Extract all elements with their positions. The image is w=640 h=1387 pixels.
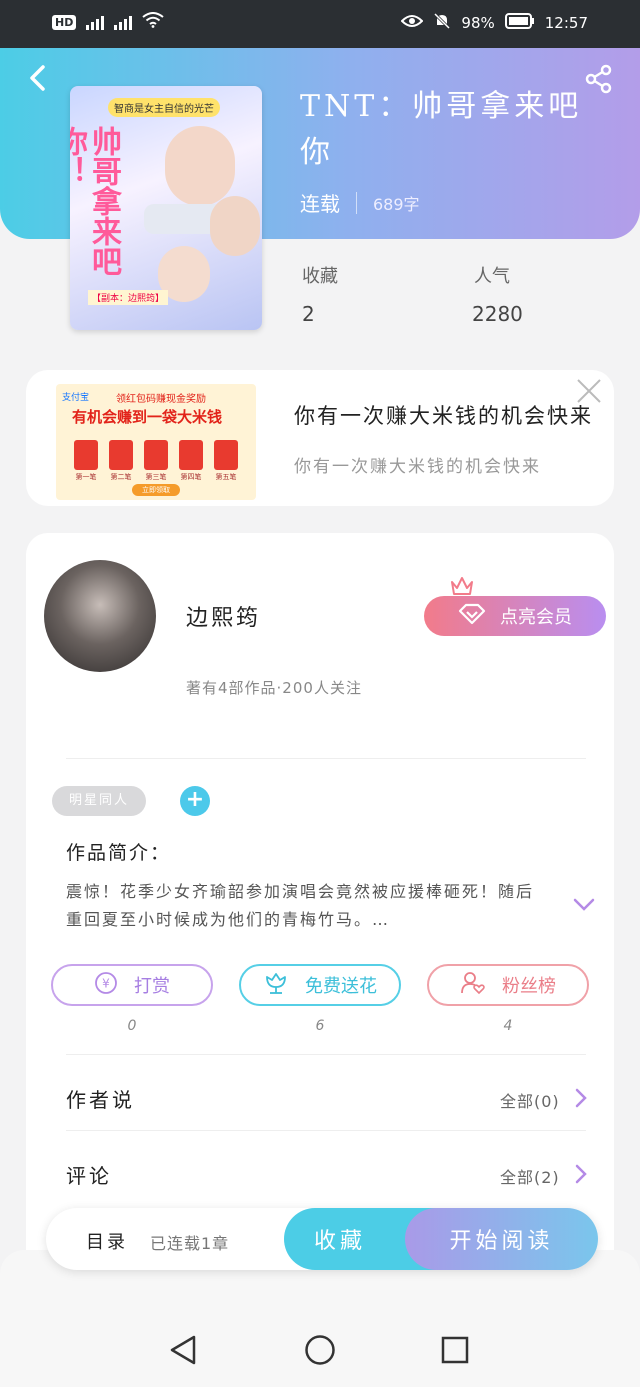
favorites-value: 2 bbox=[302, 302, 315, 326]
user-heart-icon bbox=[460, 971, 486, 1000]
cover-figure bbox=[165, 126, 235, 206]
close-icon bbox=[577, 379, 601, 403]
ad-image-button: 立即领取 bbox=[132, 484, 180, 496]
status-bar: HD 98% 12:57 bbox=[0, 0, 640, 48]
tip-button-label: 打赏 bbox=[134, 976, 170, 997]
popularity-label: 人气 bbox=[474, 266, 510, 287]
send-flower-label: 免费送花 bbox=[305, 976, 377, 997]
comments-all-link[interactable]: 全部(2) bbox=[500, 1164, 560, 1188]
svg-text:¥: ¥ bbox=[102, 976, 110, 990]
clock: 12:57 bbox=[544, 14, 588, 32]
red-envelope-icon bbox=[144, 440, 168, 470]
toc-button[interactable]: 目录 bbox=[86, 1228, 128, 1254]
ad-image-line2: 有机会赚到一袋大米钱 bbox=[72, 408, 223, 426]
popularity-value: 2280 bbox=[472, 302, 523, 326]
ad-brand: 支付宝 bbox=[62, 393, 90, 403]
chevron-down-icon bbox=[573, 898, 595, 911]
system-nav-bar bbox=[0, 1310, 640, 1387]
status-right: 98% 12:57 bbox=[401, 12, 588, 34]
envelope-label: 第四笔 bbox=[180, 473, 202, 481]
status-left: HD bbox=[52, 12, 164, 32]
expand-intro-button[interactable] bbox=[572, 896, 596, 914]
author-says-title[interactable]: 作者说 bbox=[66, 1084, 135, 1113]
envelope-label: 第一笔 bbox=[75, 473, 97, 481]
chevron-right-icon[interactable] bbox=[575, 1164, 587, 1184]
status-divider bbox=[356, 191, 357, 214]
fan-count: 4 bbox=[503, 1018, 513, 1034]
toc-meta: 已连载1章 bbox=[150, 1234, 230, 1253]
crown-icon bbox=[450, 574, 474, 596]
signal-icon-2 bbox=[114, 14, 133, 30]
tip-button[interactable]: ¥ 打赏 bbox=[51, 964, 213, 1006]
book-status-line: 连载 689字 bbox=[300, 188, 420, 217]
nav-recents-icon[interactable] bbox=[441, 1336, 469, 1364]
author-name[interactable]: 边熙筠 bbox=[186, 600, 261, 632]
word-count: 689字 bbox=[373, 194, 420, 214]
hd-badge: HD bbox=[52, 14, 77, 30]
red-envelope-icon bbox=[74, 440, 98, 470]
chevron-left-icon bbox=[30, 65, 45, 91]
cover-foot: 【副本：边熙筠】 bbox=[88, 290, 169, 305]
envelope-label: 第二笔 bbox=[110, 473, 132, 481]
fan-ranking-button[interactable]: 粉丝榜 bbox=[427, 964, 589, 1006]
ad-close-button[interactable] bbox=[576, 378, 602, 404]
avatar[interactable] bbox=[44, 560, 156, 672]
wifi-icon bbox=[142, 12, 164, 32]
vip-button-label: 点亮会员 bbox=[500, 607, 572, 628]
nav-home-icon[interactable] bbox=[304, 1334, 336, 1366]
ad-image[interactable]: 支付宝 领红包码赚现金奖励 有机会赚到一袋大米钱 第一笔 第二笔 第三笔 第四笔… bbox=[56, 384, 256, 500]
add-tag-button[interactable]: + bbox=[180, 786, 210, 816]
start-reading-button[interactable]: 开始阅读 bbox=[405, 1208, 598, 1270]
eye-icon bbox=[401, 14, 424, 32]
back-button[interactable] bbox=[26, 64, 48, 92]
battery-icon bbox=[504, 13, 535, 33]
diamond-icon bbox=[458, 603, 486, 630]
divider bbox=[66, 1130, 586, 1131]
red-envelope-icon bbox=[179, 440, 203, 470]
nav-back-icon[interactable] bbox=[168, 1334, 198, 1366]
author-says-all-link[interactable]: 全部(0) bbox=[500, 1088, 560, 1112]
book-cover[interactable]: 智商是女主自信的光芒 帅哥拿来吧你！ 【副本：边熙筠】 bbox=[70, 86, 262, 330]
cover-figure-2 bbox=[210, 196, 260, 256]
ad-image-line1: 领红包码赚现金奖励 bbox=[116, 394, 206, 405]
ad-subtitle: 你有一次赚大米钱的机会快来 bbox=[294, 457, 541, 477]
book-status: 连载 bbox=[300, 192, 340, 216]
author-meta: 著有4部作品·200人关注 bbox=[186, 679, 362, 697]
battery-percent: 98% bbox=[461, 14, 495, 32]
flower-icon bbox=[263, 971, 289, 1000]
red-envelope-icon bbox=[109, 440, 133, 470]
yen-coin-icon: ¥ bbox=[94, 971, 118, 1000]
cover-tag: 智商是女主自信的光芒 bbox=[108, 98, 220, 117]
fan-ranking-label: 粉丝榜 bbox=[502, 976, 556, 997]
envelope-label: 第三笔 bbox=[145, 473, 167, 481]
favorites-label: 收藏 bbox=[302, 266, 338, 287]
chevron-right-icon[interactable] bbox=[575, 1088, 587, 1108]
signal-icon bbox=[86, 14, 105, 30]
vip-button[interactable]: 点亮会员 bbox=[424, 596, 606, 636]
tip-count: 0 bbox=[127, 1018, 137, 1034]
comments-title[interactable]: 评论 bbox=[66, 1160, 112, 1189]
genre-tag[interactable]: 明星同人 bbox=[52, 786, 146, 816]
book-title: TNT：帅哥拿来吧你 bbox=[300, 89, 583, 170]
ad-title: 你有一次赚大米钱的机会快来 bbox=[294, 404, 593, 428]
intro-label: 作品简介： bbox=[66, 842, 172, 864]
intro-text: 震惊！花季少女齐瑜韶参加演唱会竟然被应援棒砸死！随后重回夏至小时候成为他们的青梅… bbox=[66, 882, 535, 929]
flower-count: 6 bbox=[315, 1018, 325, 1034]
ad-banner[interactable]: 支付宝 领红包码赚现金奖励 有机会赚到一袋大米钱 第一笔 第二笔 第三笔 第四笔… bbox=[26, 370, 614, 506]
envelope-label: 第五笔 bbox=[215, 473, 237, 481]
send-flower-button[interactable]: 免费送花 bbox=[239, 964, 401, 1006]
divider bbox=[66, 758, 586, 759]
red-envelope-icon bbox=[214, 440, 238, 470]
divider bbox=[66, 1054, 586, 1055]
mute-bell-icon bbox=[433, 12, 451, 34]
